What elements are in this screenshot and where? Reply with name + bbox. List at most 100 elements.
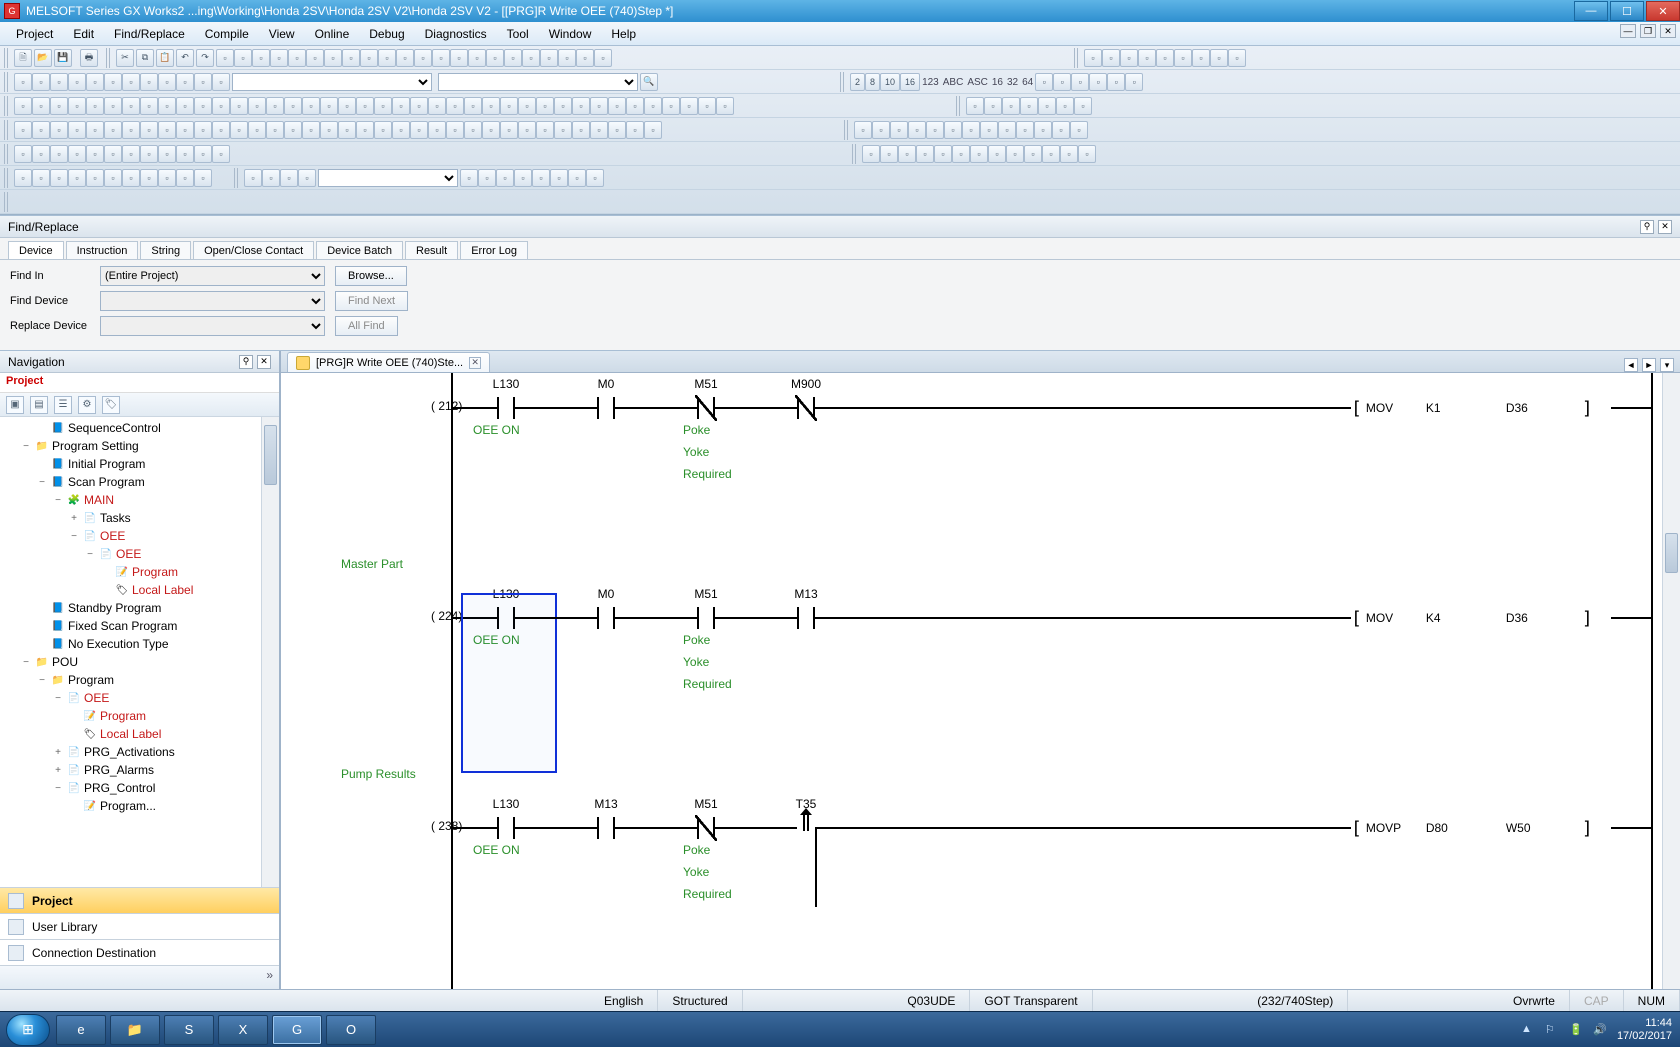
toolbar1-btn-15[interactable]: ▫ <box>486 49 504 67</box>
find-device-combo[interactable] <box>100 291 325 311</box>
tree-expander[interactable]: − <box>52 495 64 506</box>
nav-bottom-userlibrary[interactable]: User Library <box>0 913 279 939</box>
tree-item-16[interactable]: 📝Program <box>0 707 279 725</box>
toolbar6m-btn-0[interactable]: ▫ <box>244 169 262 187</box>
toolbar3-btn-25[interactable]: ▫ <box>464 97 482 115</box>
toolbar3-btn-27[interactable]: ▫ <box>500 97 518 115</box>
tray-battery-icon[interactable]: 🔋 <box>1569 1023 1583 1037</box>
toolbar1-btn-8[interactable]: ▫ <box>360 49 378 67</box>
toolbar4-btn-22[interactable]: ▫ <box>410 121 428 139</box>
window-minimize-button[interactable]: — <box>1574 1 1608 21</box>
toolbar-text-16[interactable]: 16 <box>990 77 1005 88</box>
nav-tool-5[interactable]: 🏷 <box>102 396 120 414</box>
cut-button[interactable]: ✂ <box>116 49 134 67</box>
toolbar3-btn-0[interactable]: ▫ <box>14 97 32 115</box>
toolbar6-btn-7[interactable]: ▫ <box>140 169 158 187</box>
tree-item-3[interactable]: −📘Scan Program <box>0 473 279 491</box>
toolbar6m-btn-2[interactable]: ▫ <box>280 169 298 187</box>
toolbar4r-btn-6[interactable]: ▫ <box>962 121 980 139</box>
mdi-minimize-button[interactable]: — <box>1620 24 1636 38</box>
tree-expander[interactable]: − <box>36 675 48 686</box>
toolbar-grip[interactable] <box>4 48 10 68</box>
toolbar3-btn-26[interactable]: ▫ <box>482 97 500 115</box>
toolbar3r-btn-6[interactable]: ▫ <box>1074 97 1092 115</box>
toolbar3-btn-31[interactable]: ▫ <box>572 97 590 115</box>
toolbar1-btn-6[interactable]: ▫ <box>324 49 342 67</box>
toolbar5-btn-2[interactable]: ▫ <box>50 145 68 163</box>
toolbar6r-btn-0[interactable]: ▫ <box>460 169 478 187</box>
toolbar3-btn-14[interactable]: ▫ <box>266 97 284 115</box>
toolbar5-btn-10[interactable]: ▫ <box>194 145 212 163</box>
toolbar5r-btn-10[interactable]: ▫ <box>1042 145 1060 163</box>
find-tab-result[interactable]: Result <box>405 241 458 259</box>
toolbar3-btn-13[interactable]: ▫ <box>248 97 266 115</box>
toolbar4-btn-30[interactable]: ▫ <box>554 121 572 139</box>
rung-1[interactable]: ( 224)L130OEE ONM0M51PokeYokeRequiredM13… <box>281 577 1662 787</box>
tree-item-0[interactable]: 📘SequenceControl <box>0 419 279 437</box>
toolbar-text-ABC[interactable]: ABC <box>941 77 966 88</box>
tree-item-20[interactable]: −📄PRG_Control <box>0 779 279 797</box>
menu-findreplace[interactable]: Find/Replace <box>104 25 195 43</box>
toolbar-combo-1[interactable] <box>232 73 432 91</box>
new-file-button[interactable]: 🗎 <box>14 49 32 67</box>
toolbar2-btn-8[interactable]: ▫ <box>158 73 176 91</box>
toolbar6-btn-1[interactable]: ▫ <box>32 169 50 187</box>
toolbar1-btn-0[interactable]: ▫ <box>216 49 234 67</box>
undo-button[interactable]: ↶ <box>176 49 194 67</box>
toolbar4-btn-9[interactable]: ▫ <box>176 121 194 139</box>
toolbar6r-btn-1[interactable]: ▫ <box>478 169 496 187</box>
toolbar4r-btn-1[interactable]: ▫ <box>872 121 890 139</box>
toolbar1-btn-18[interactable]: ▫ <box>540 49 558 67</box>
open-file-button[interactable]: 📂 <box>34 49 52 67</box>
toolbar3-btn-33[interactable]: ▫ <box>608 97 626 115</box>
nav-tool-2[interactable]: ▤ <box>30 396 48 414</box>
tree-item-14[interactable]: −📁Program <box>0 671 279 689</box>
toolbar2-btn-2[interactable]: ▫ <box>50 73 68 91</box>
radix-8[interactable]: 8 <box>865 73 880 91</box>
tray-clock[interactable]: 11:44 17/02/2017 <box>1617 1017 1672 1043</box>
toolbar-combo-3[interactable] <box>318 169 458 187</box>
save-button[interactable]: 💾 <box>54 49 72 67</box>
toolbar1-btn-21[interactable]: ▫ <box>594 49 612 67</box>
toolbar4-btn-21[interactable]: ▫ <box>392 121 410 139</box>
toolbar4-btn-3[interactable]: ▫ <box>68 121 86 139</box>
toolbar2r-btn-5[interactable]: ▫ <box>1125 73 1143 91</box>
toolbar6r-btn-3[interactable]: ▫ <box>514 169 532 187</box>
nav-close-button[interactable]: ✕ <box>257 355 271 369</box>
tab-next-button[interactable]: ► <box>1642 358 1656 372</box>
toolbar5r-btn-11[interactable]: ▫ <box>1060 145 1078 163</box>
menu-diagnostics[interactable]: Diagnostics <box>415 25 497 43</box>
nav-bottom-connectiondestination[interactable]: Connection Destination <box>0 939 279 965</box>
toolbar3r-btn-3[interactable]: ▫ <box>1020 97 1038 115</box>
toolbar3-btn-1[interactable]: ▫ <box>32 97 50 115</box>
rung-2[interactable]: ( 238)L130OEE ONM13M51PokeYokeRequiredT3… <box>281 787 1662 989</box>
tree-item-13[interactable]: −📁POU <box>0 653 279 671</box>
toolbar4-btn-35[interactable]: ▫ <box>644 121 662 139</box>
radix-2[interactable]: 2 <box>850 73 865 91</box>
toolbar4r-btn-3[interactable]: ▫ <box>908 121 926 139</box>
browse-button[interactable]: Browse... <box>335 266 407 286</box>
menu-debug[interactable]: Debug <box>359 25 414 43</box>
toolbar1-btn-9[interactable]: ▫ <box>378 49 396 67</box>
toolbar3-btn-7[interactable]: ▫ <box>140 97 158 115</box>
toolbar2-btn-7[interactable]: ▫ <box>140 73 158 91</box>
nav-scrollbar-thumb[interactable] <box>264 425 277 485</box>
tree-expander[interactable]: + <box>52 765 64 776</box>
toolbar4-btn-29[interactable]: ▫ <box>536 121 554 139</box>
toolbar3-btn-17[interactable]: ▫ <box>320 97 338 115</box>
toolbar3-btn-30[interactable]: ▫ <box>554 97 572 115</box>
taskbar-gxworks[interactable]: G <box>272 1015 322 1045</box>
tree-item-21[interactable]: 📝Program... <box>0 797 279 815</box>
output-instruction[interactable]: [MOVK4D36] <box>1351 609 1593 627</box>
tree-item-17[interactable]: 🏷Local Label <box>0 725 279 743</box>
tree-item-15[interactable]: −📄OEE <box>0 689 279 707</box>
taskbar-explorer[interactable]: 📁 <box>110 1015 160 1045</box>
menu-compile[interactable]: Compile <box>195 25 259 43</box>
find-tab-string[interactable]: String <box>140 241 191 259</box>
toolbar1-btn-4[interactable]: ▫ <box>288 49 306 67</box>
toolbar3r-btn-1[interactable]: ▫ <box>984 97 1002 115</box>
toolbar-grip[interactable] <box>840 72 846 92</box>
toolbar-grip[interactable] <box>956 96 962 116</box>
toolbar-grip[interactable] <box>4 120 10 140</box>
toolbar1-btn-20[interactable]: ▫ <box>576 49 594 67</box>
